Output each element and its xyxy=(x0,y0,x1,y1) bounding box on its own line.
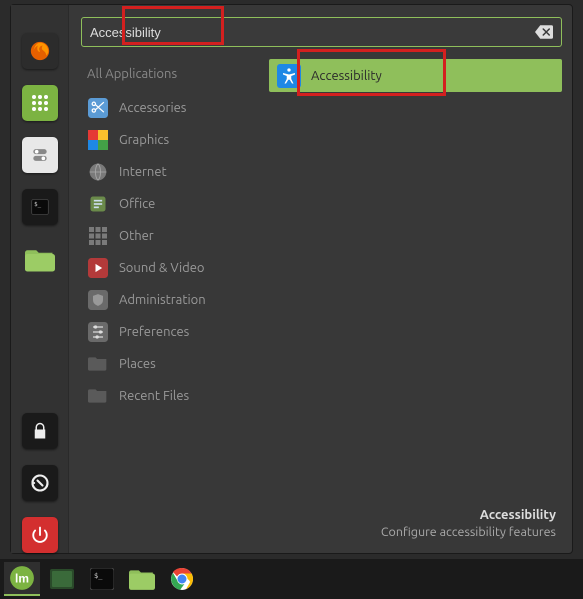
desktop-icon xyxy=(50,569,74,589)
apps-grid-icon xyxy=(31,94,49,112)
favorite-settings[interactable] xyxy=(22,137,58,173)
taskbar-terminal[interactable]: $_ xyxy=(84,562,120,596)
svg-text:$_: $_ xyxy=(94,572,103,580)
favorite-apps[interactable] xyxy=(22,85,58,121)
terminal-icon: $_ xyxy=(30,197,50,217)
document-icon xyxy=(87,193,109,215)
palette-icon xyxy=(87,129,109,151)
terminal-icon: $_ xyxy=(90,568,114,590)
results-list: Accessibility xyxy=(269,59,562,501)
logout-icon xyxy=(30,473,50,493)
lock-icon xyxy=(31,422,49,440)
category-office[interactable]: Office xyxy=(81,189,259,219)
grid-icon xyxy=(87,225,109,247)
chrome-icon xyxy=(170,567,194,591)
folder-icon xyxy=(87,385,109,407)
favorite-firefox[interactable] xyxy=(22,33,58,69)
category-label: Administration xyxy=(119,293,206,307)
category-all[interactable]: All Applications xyxy=(81,59,259,89)
sliders-icon xyxy=(87,321,109,343)
category-label: Recent Files xyxy=(119,389,189,403)
category-all-label: All Applications xyxy=(87,67,177,81)
folder-icon xyxy=(129,568,155,590)
shield-icon xyxy=(87,289,109,311)
favorite-files[interactable] xyxy=(22,241,58,277)
category-label: Internet xyxy=(119,165,167,179)
globe-icon xyxy=(87,161,109,183)
footer-description: Accessibility Configure accessibility fe… xyxy=(81,501,562,545)
category-sound-video[interactable]: Sound & Video xyxy=(81,253,259,283)
category-internet[interactable]: Internet xyxy=(81,157,259,187)
power-icon xyxy=(31,526,49,544)
category-graphics[interactable]: Graphics xyxy=(81,125,259,155)
category-recent[interactable]: Recent Files xyxy=(81,381,259,411)
scissors-icon xyxy=(87,97,109,119)
lock-button[interactable] xyxy=(22,413,58,449)
footer-title: Accessibility xyxy=(87,507,556,525)
category-label: Places xyxy=(119,357,156,371)
accessibility-icon xyxy=(277,64,301,88)
category-list: All Applications Accessories Graphics In… xyxy=(81,59,259,501)
folder-icon xyxy=(87,353,109,375)
category-places[interactable]: Places xyxy=(81,349,259,379)
folder-icon xyxy=(25,246,55,272)
category-label: Graphics xyxy=(119,133,169,147)
start-menu: $_ xyxy=(10,4,573,554)
taskbar-files[interactable] xyxy=(124,562,160,596)
category-label: Accessories xyxy=(119,101,186,115)
category-label: Other xyxy=(119,229,154,243)
taskbar-chrome[interactable] xyxy=(164,562,200,596)
category-accessories[interactable]: Accessories xyxy=(81,93,259,123)
toggle-icon xyxy=(30,145,50,165)
favorites-column: $_ xyxy=(11,5,69,553)
footer-subtitle: Configure accessibility features xyxy=(87,524,556,541)
search-field[interactable] xyxy=(81,17,562,47)
taskbar-mint-menu[interactable]: lm xyxy=(4,562,40,596)
category-label: Sound & Video xyxy=(119,261,205,275)
favorite-terminal[interactable]: $_ xyxy=(22,189,58,225)
category-label: Preferences xyxy=(119,325,189,339)
result-label: Accessibility xyxy=(311,69,382,83)
firefox-icon xyxy=(29,40,51,62)
svg-text:lm: lm xyxy=(15,571,29,585)
category-other[interactable]: Other xyxy=(81,221,259,251)
mint-logo-icon: lm xyxy=(9,565,35,591)
play-icon xyxy=(87,257,109,279)
taskbar-show-desktop[interactable] xyxy=(44,562,80,596)
logout-button[interactable] xyxy=(22,465,58,501)
menu-main: All Applications Accessories Graphics In… xyxy=(69,5,572,553)
category-administration[interactable]: Administration xyxy=(81,285,259,315)
search-input[interactable] xyxy=(90,25,535,40)
svg-text:$_: $_ xyxy=(34,202,42,208)
category-label: Office xyxy=(119,197,155,211)
result-accessibility[interactable]: Accessibility xyxy=(269,59,562,92)
clear-search-icon[interactable] xyxy=(535,25,553,39)
power-button[interactable] xyxy=(22,517,58,553)
category-preferences[interactable]: Preferences xyxy=(81,317,259,347)
taskbar: lm $_ xyxy=(0,559,583,599)
